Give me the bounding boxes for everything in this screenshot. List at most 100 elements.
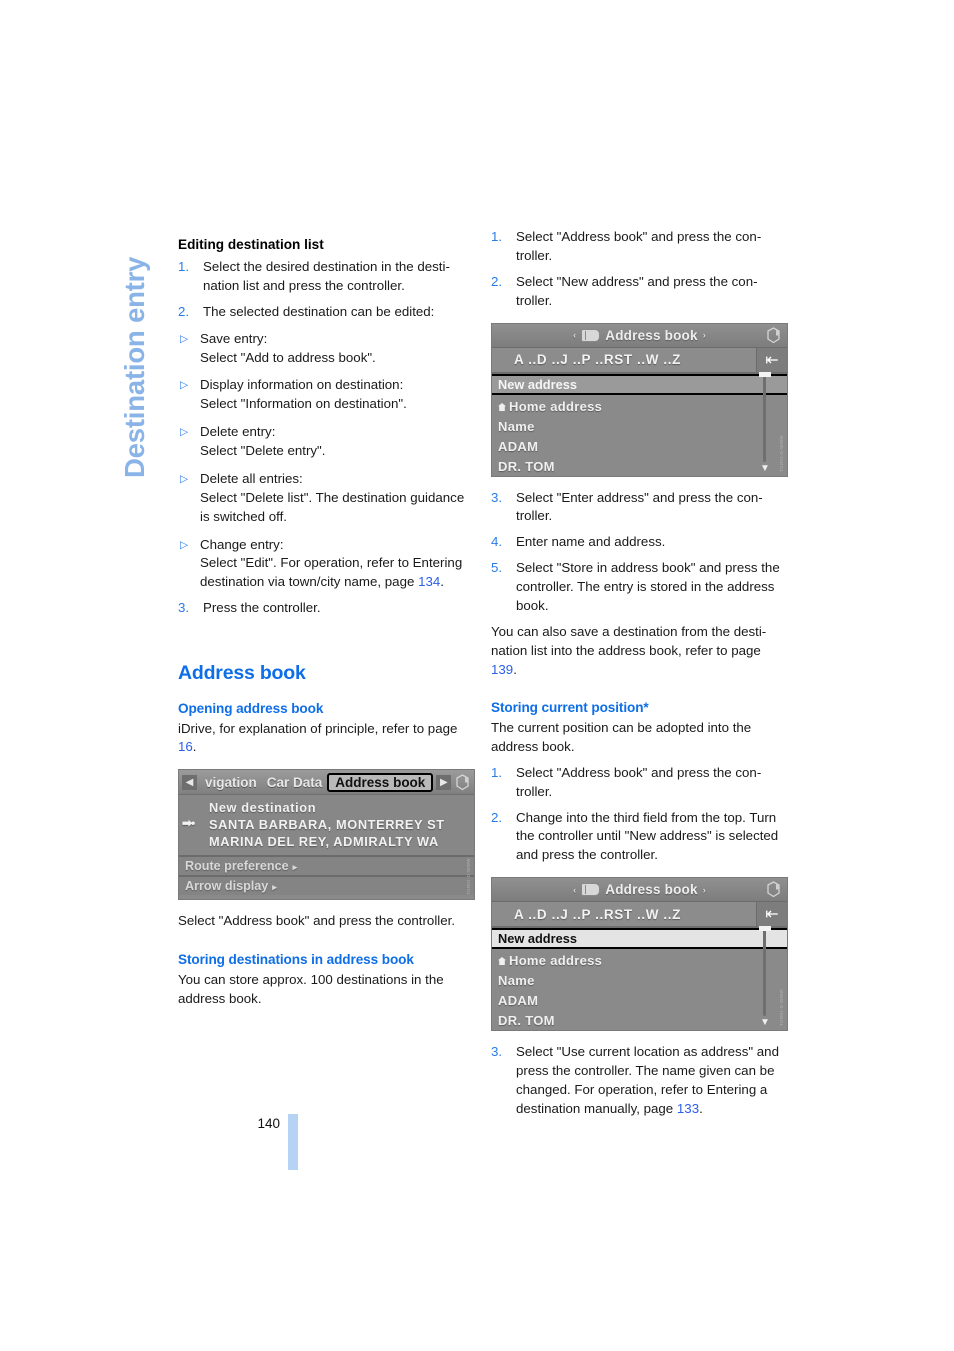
row-new-address-selected[interactable]: New address: [492, 928, 787, 950]
caret-right-icon[interactable]: ›: [703, 885, 706, 895]
idrive-tab-bar: ◀ vigation Car Data Address book ▶: [179, 770, 474, 796]
item-label: ADAM: [498, 993, 539, 1009]
list-text: The selected destination can be edited:: [203, 303, 435, 319]
sub-line-1: Display information on destination:: [200, 377, 404, 393]
list-item: ▷ Delete entry: Select "Delete entry".: [178, 423, 475, 461]
text-before-ref: Select "Use current location as address"…: [516, 1044, 779, 1116]
list-item: 2. Change into the third field from the …: [491, 809, 788, 866]
list-row-destination-2[interactable]: MARINA DEL REY, ADMIRALTY WA: [179, 833, 474, 850]
list-item: 3. Select "Use current location as addre…: [491, 1043, 788, 1119]
page-reference[interactable]: 16: [178, 739, 193, 754]
caret-left-icon[interactable]: ‹: [573, 885, 576, 895]
new-address-steps-top: 1. Select "Address book" and press the c…: [491, 228, 788, 311]
page-reference[interactable]: 133: [677, 1101, 699, 1116]
page-reference[interactable]: 139: [491, 662, 513, 677]
tab-car-data[interactable]: Car Data: [262, 775, 328, 790]
scrollbar[interactable]: ▼: [759, 371, 771, 474]
list-item-adam[interactable]: ADAM: [492, 437, 787, 457]
menu-row-route-preference[interactable]: Route preference ▸: [179, 855, 474, 876]
alphabet-selector-bar[interactable]: A ..D ..J ..P ..RST ..W ..Z ⇤: [492, 347, 787, 374]
list-text: Select "Store in address book" and press…: [516, 560, 780, 613]
list-text: Enter name and address.: [516, 534, 666, 550]
caret-left-icon[interactable]: ‹: [573, 330, 576, 340]
list-item-name[interactable]: Name: [492, 417, 787, 437]
new-address-steps-mid: 3. Select "Enter address" and press the …: [491, 489, 788, 616]
list-item: 1. Select "Address book" and press the c…: [491, 764, 788, 802]
list-number: 1.: [491, 229, 503, 244]
scrollbar-track: [763, 373, 766, 462]
chevron-right-icon: ▸: [292, 862, 298, 873]
list-row-destination-1[interactable]: ➡• SANTA BARBARA, MONTERREY ST: [179, 816, 474, 833]
alphabet-selector-bar[interactable]: A ..D ..J ..P ..RST ..W ..Z ⇤: [492, 902, 787, 929]
page-reference[interactable]: 134: [418, 574, 440, 589]
right-column: 1. Select "Address book" and press the c…: [491, 228, 788, 1119]
list-row-new-destination[interactable]: New destination: [179, 799, 474, 816]
chevron-right-icon: ▸: [272, 882, 277, 893]
scroll-right-icon[interactable]: ▶: [436, 774, 452, 790]
list-item-adam[interactable]: ADAM: [492, 991, 787, 1011]
tab-navigation[interactable]: vigation: [200, 775, 262, 790]
triangle-bullet-icon: ▷: [180, 472, 189, 485]
list-text: Press the controller.: [203, 600, 321, 616]
list-number: 5.: [491, 560, 503, 576]
row-label: New address: [498, 376, 577, 392]
tab-address-book[interactable]: Address book: [327, 772, 434, 792]
figure-code: TGR01-D-WWW: [779, 989, 784, 1027]
triangle-bullet-icon: ▷: [180, 426, 189, 439]
editing-substeps-list: ▷ Save entry: Select "Add to address boo…: [178, 330, 475, 593]
menu-row-label: Route preference: [185, 859, 289, 874]
sub-line-1: Delete entry:: [200, 424, 276, 440]
row-marker-icon: ➡•: [182, 816, 195, 831]
item-label: Home address: [509, 398, 603, 414]
item-label: DR. TOM: [498, 458, 555, 474]
menu-row-arrow-display[interactable]: Arrow display ▸: [179, 875, 474, 896]
scroll-down-icon[interactable]: ▼: [760, 463, 770, 474]
list-item: 5. Select "Store in address book" and pr…: [491, 559, 788, 616]
sub-line-2: Select "Add to address book".: [200, 349, 376, 365]
triangle-bullet-icon: ▷: [180, 332, 189, 345]
address-book-header: ‹ Address book ›: [492, 323, 787, 348]
back-icon[interactable]: ⇤: [756, 347, 787, 372]
list-number: 3.: [491, 489, 503, 505]
triangle-bullet-icon: ▷: [180, 538, 189, 551]
list-item: ▷ Display information on destination: Se…: [178, 376, 475, 414]
scrollbar[interactable]: ▼: [759, 926, 771, 1028]
list-number: 2.: [178, 303, 190, 319]
list-text: Select "Enter address" and press the con…: [516, 489, 763, 524]
scrollbar-thumb[interactable]: [759, 926, 771, 932]
list-item-dr-tom[interactable]: DR. TOM: [492, 1011, 787, 1030]
manual-page: Destination entry Editing destination li…: [0, 0, 954, 1351]
scroll-down-icon[interactable]: ▼: [760, 1018, 770, 1028]
item-label: Home address: [509, 953, 603, 969]
page-number: 140: [257, 1116, 280, 1131]
sub-line-2: Select "Delete list". The destination gu…: [200, 489, 465, 524]
list-item-home-address[interactable]: Home address: [492, 397, 787, 417]
row-new-address-selected[interactable]: New address: [492, 373, 787, 395]
list-item-home-address[interactable]: Home address: [492, 951, 787, 971]
list-text: Select "Address book" and press the con­…: [516, 229, 762, 263]
list-item: 3. Press the controller.: [178, 599, 475, 618]
editing-last-step: 3. Press the controller.: [178, 599, 475, 618]
chapter-tab: Destination entry: [112, 228, 158, 478]
text-after-ref: .: [192, 739, 197, 755]
list-item: 1. Select "Address book" and press the c…: [491, 228, 788, 266]
address-book-title: Address book: [605, 882, 698, 898]
sub-line-2: Select "Delete entry".: [200, 443, 326, 459]
row-label: MARINA DEL REY, ADMIRALTY WA: [209, 834, 439, 850]
list-item-dr-tom[interactable]: DR. TOM: [492, 457, 787, 476]
scrollbar-thumb[interactable]: [759, 371, 771, 377]
storing-position-intro: The current position can be adopted into…: [491, 720, 752, 754]
list-number: 1.: [178, 259, 190, 275]
address-book-title-group: ‹ Address book ›: [573, 328, 706, 343]
list-text: Select the desired destination in the de…: [203, 259, 450, 293]
back-icon[interactable]: ⇤: [756, 902, 787, 927]
caret-right-icon[interactable]: ›: [703, 330, 706, 340]
scroll-left-icon[interactable]: ◀: [182, 774, 197, 790]
idrive-address-book-screenshot-1: ‹ Address book › A ..D ..J ..P ..RST ..W…: [491, 322, 788, 477]
list-item: 4. Enter name and address.: [491, 533, 788, 552]
opening-address-book-text: iDrive, for explanation of principle, re…: [178, 720, 475, 758]
destination-list: New destination ➡• SANTA BARBARA, MONTER…: [179, 795, 474, 856]
list-number: 4.: [491, 534, 503, 550]
list-item-name[interactable]: Name: [492, 971, 787, 991]
address-book-icon: [581, 328, 601, 342]
